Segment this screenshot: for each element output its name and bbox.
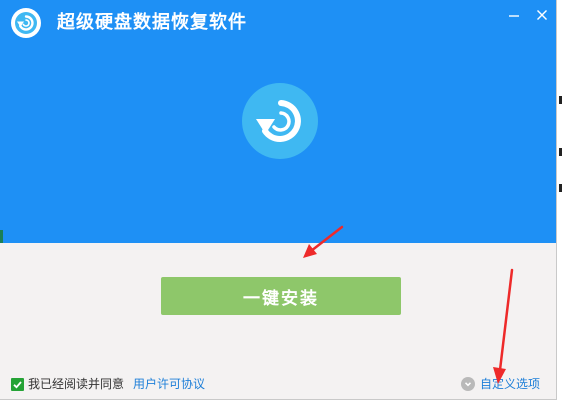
background-fragment xyxy=(559,184,562,192)
background-fragment xyxy=(559,148,562,156)
background-fragment xyxy=(559,96,562,104)
chevron-down-icon xyxy=(461,377,475,391)
agree-label: 我已经阅读并同意 xyxy=(28,377,125,391)
app-logo xyxy=(11,8,41,38)
close-button[interactable] xyxy=(531,4,553,26)
one-click-install-button[interactable]: 一键安装 xyxy=(161,277,401,315)
license-agreement-link[interactable]: 用户许可协议 xyxy=(133,376,205,392)
product-logo xyxy=(242,83,318,159)
custom-options-toggle[interactable]: 自定义选项 xyxy=(461,376,540,392)
close-icon xyxy=(537,10,547,20)
restore-arrow-icon xyxy=(15,12,37,34)
header-edge-accent xyxy=(0,230,3,243)
minimize-icon xyxy=(509,15,519,17)
desktop-background-edge xyxy=(557,0,563,402)
custom-options-label: 自定义选项 xyxy=(480,377,541,391)
window-title: 超级硬盘数据恢复软件 xyxy=(57,12,247,33)
installer-window: 超级硬盘数据恢复软件 一键安装 我已经阅读并同意 用户许可协议 自定义选项 xyxy=(0,0,557,400)
license-agreement-row: 我已经阅读并同意 用户许可协议 xyxy=(11,376,205,392)
screenshot-stage: 超级硬盘数据恢复软件 一键安装 我已经阅读并同意 用户许可协议 自定义选项 xyxy=(0,0,563,402)
agree-checkbox[interactable] xyxy=(11,377,24,391)
header-banner: 超级硬盘数据恢复软件 xyxy=(0,0,556,243)
checkmark-icon xyxy=(13,380,22,389)
minimize-button[interactable] xyxy=(503,4,525,26)
restore-arrow-icon xyxy=(256,100,301,142)
